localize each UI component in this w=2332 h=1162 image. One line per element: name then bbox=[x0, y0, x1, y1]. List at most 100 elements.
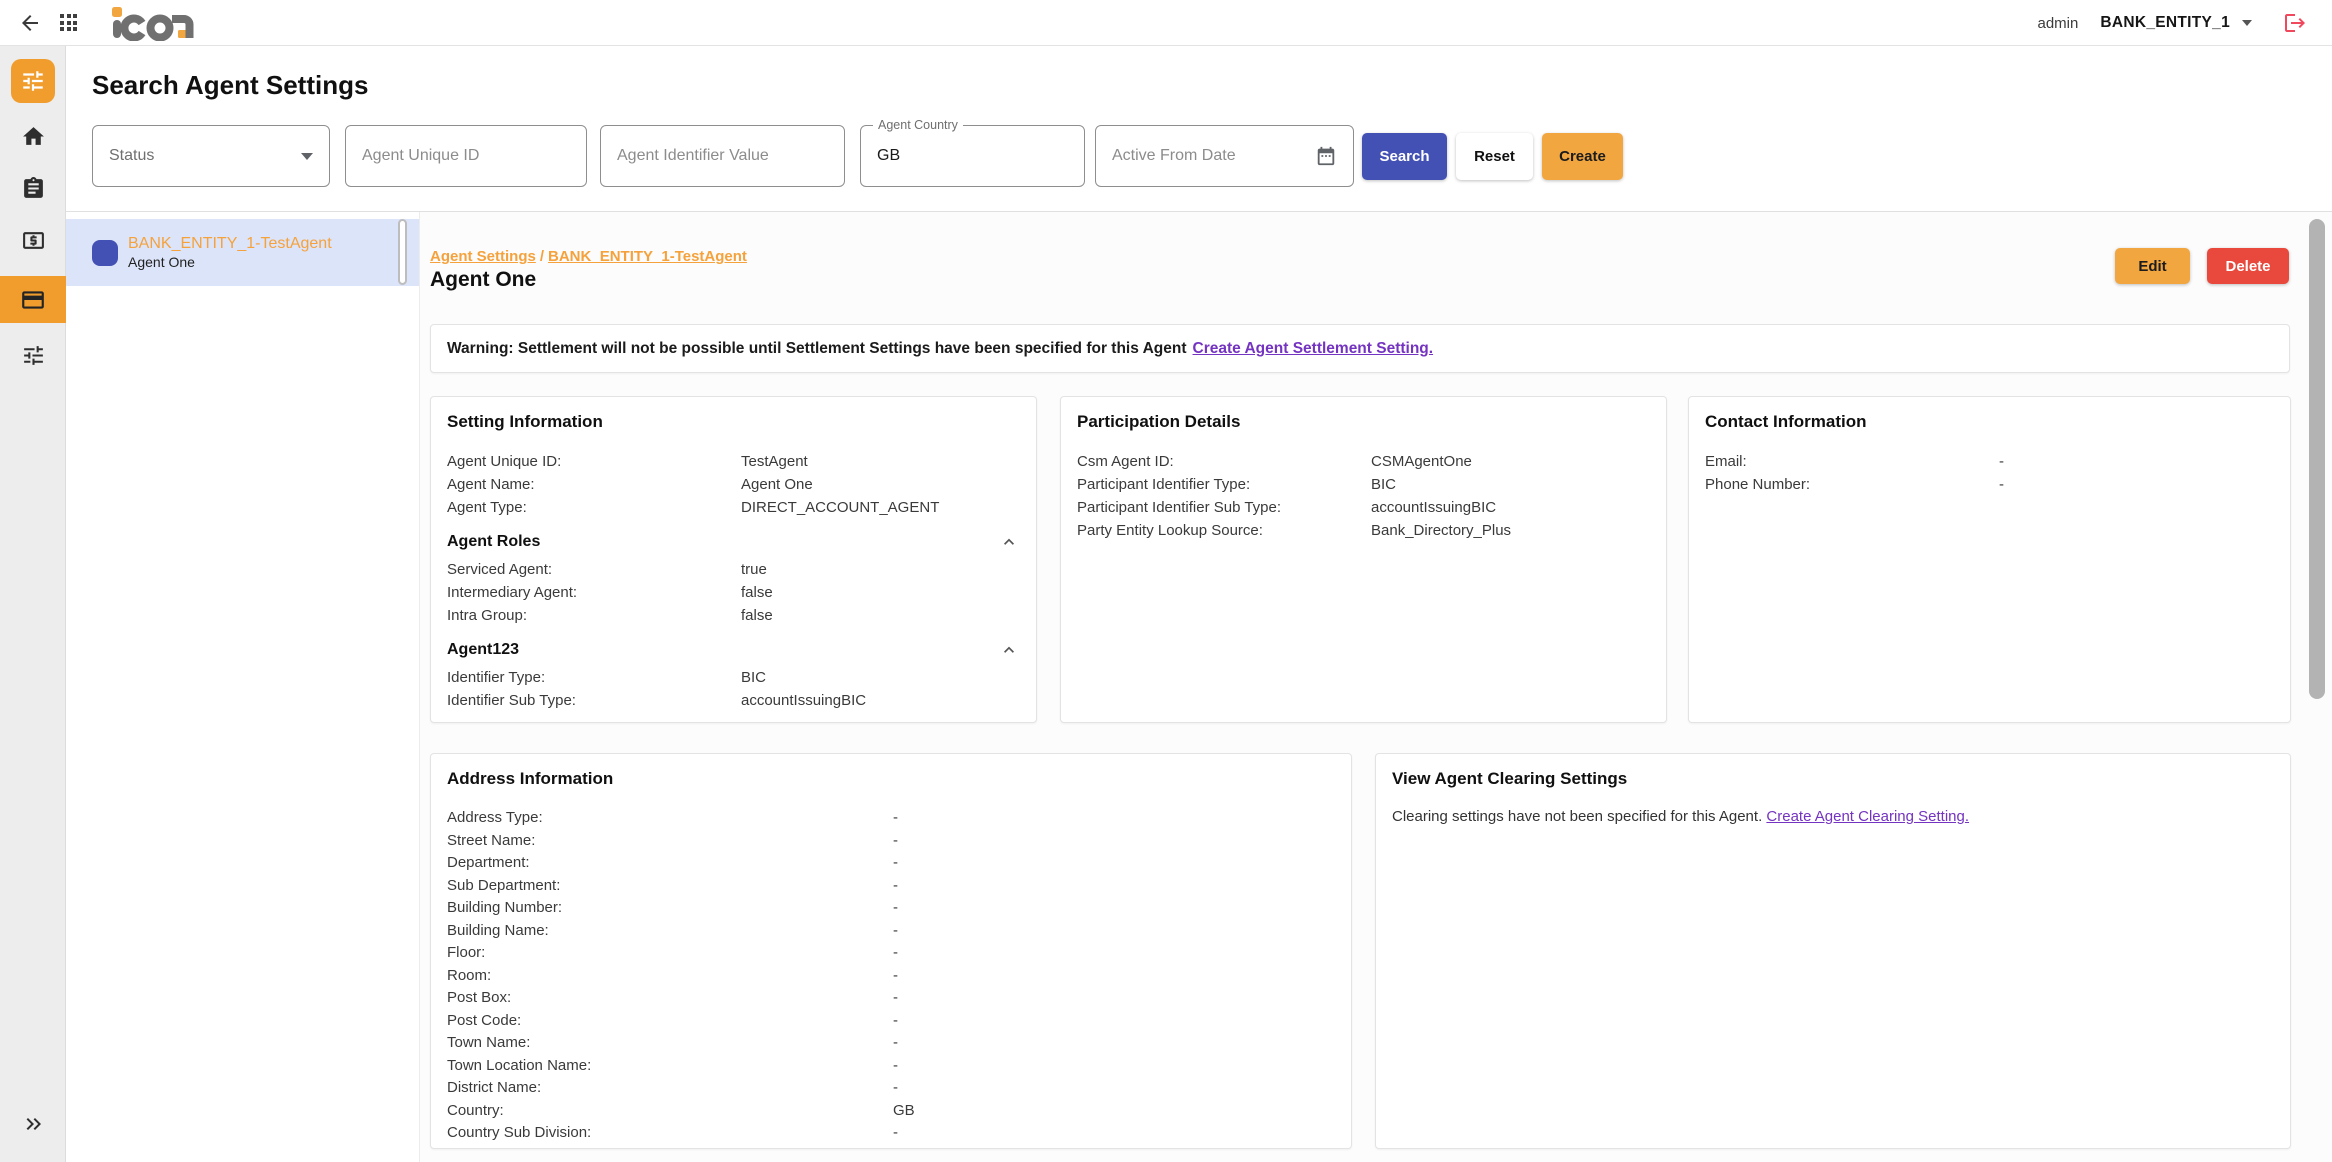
field-label: Csm Agent ID: bbox=[1077, 450, 1371, 473]
agent-list-item-selected[interactable]: BANK_ENTITY_1-TestAgent Agent One bbox=[66, 219, 419, 286]
banknote-icon bbox=[21, 228, 46, 253]
sidebar-expand-button[interactable] bbox=[0, 1112, 66, 1136]
breadcrumb-link-agent-settings[interactable]: Agent Settings bbox=[430, 248, 536, 265]
active-from-date-input[interactable]: Active From Date bbox=[1095, 125, 1354, 187]
sidebar-item-home[interactable] bbox=[0, 124, 66, 149]
field-value: false bbox=[741, 581, 773, 604]
field-label: Country Sub Division: bbox=[447, 1122, 893, 1145]
agent-list-item-name: Agent One bbox=[128, 254, 332, 271]
collapse-section-button[interactable] bbox=[998, 531, 1020, 553]
key-value-row: Party Entity Lookup Source: Bank_Directo… bbox=[1077, 519, 1650, 542]
agent-country-input[interactable]: Agent Country GB bbox=[860, 125, 1085, 187]
field-label: Country: bbox=[447, 1100, 893, 1123]
field-label: Party Entity Lookup Source: bbox=[1077, 519, 1371, 542]
agent-unique-id-input[interactable]: Agent Unique ID bbox=[345, 125, 587, 187]
delete-button[interactable]: Delete bbox=[2207, 248, 2289, 284]
setting-information-rows: Agent Unique ID: TestAgent Agent Name: A… bbox=[447, 450, 1020, 519]
field-value: CSMAgentOne bbox=[1371, 450, 1472, 473]
field-value: - bbox=[893, 897, 898, 920]
field-label: Post Code: bbox=[447, 1010, 893, 1033]
field-value: - bbox=[893, 920, 898, 943]
field-value: Agent One bbox=[741, 473, 813, 496]
field-value: - bbox=[893, 1077, 898, 1100]
setting-information-card: Setting Information Agent Unique ID: Tes… bbox=[430, 396, 1037, 723]
sidebar-item-configuration[interactable] bbox=[0, 343, 66, 368]
field-label: Street Name: bbox=[447, 830, 893, 853]
key-value-row: Intermediary Agent: false bbox=[447, 581, 1020, 604]
logout-icon[interactable] bbox=[2282, 10, 2308, 36]
key-value-row: Department: - bbox=[447, 852, 1335, 875]
create-clearing-setting-link[interactable]: Create Agent Clearing Setting. bbox=[1766, 808, 1969, 825]
main-scrollbar-thumb[interactable] bbox=[2309, 219, 2325, 699]
agent-identifier-value-placeholder: Agent Identifier Value bbox=[617, 147, 769, 165]
key-value-row: Participant Identifier Type: BIC bbox=[1077, 473, 1650, 496]
field-value: GB bbox=[893, 1100, 915, 1123]
create-button[interactable]: Create bbox=[1542, 133, 1623, 180]
reset-button[interactable]: Reset bbox=[1456, 133, 1533, 180]
card-title: Address Information bbox=[447, 769, 1335, 789]
key-value-row: Agent Type: DIRECT_ACCOUNT_AGENT bbox=[447, 496, 1020, 519]
key-value-row: Town Name: - bbox=[447, 1032, 1335, 1055]
field-label: Agent Unique ID: bbox=[447, 450, 741, 473]
field-label: Post Box: bbox=[447, 987, 893, 1010]
sidebar-item-tasks[interactable] bbox=[0, 176, 66, 201]
contact-information-rows: Email: - Phone Number: - bbox=[1705, 450, 2274, 496]
apps-grid-icon[interactable] bbox=[60, 14, 78, 32]
sidebar-item-agents-selected[interactable] bbox=[0, 276, 66, 323]
key-value-row: Sub Department: - bbox=[447, 875, 1335, 898]
status-select[interactable]: Status bbox=[92, 125, 330, 187]
key-value-row: District Name: - bbox=[447, 1077, 1335, 1100]
field-value: Bank_Directory_Plus bbox=[1371, 519, 1511, 542]
key-value-row: Post Code: - bbox=[447, 1010, 1335, 1033]
search-button[interactable]: Search bbox=[1362, 133, 1447, 180]
agent-roles-section-header: Agent Roles bbox=[447, 531, 1020, 553]
entity-name: BANK_ENTITY_1 bbox=[2100, 14, 2230, 32]
key-value-row: Building Number: - bbox=[447, 897, 1335, 920]
field-value: false bbox=[741, 604, 773, 627]
tune-icon bbox=[20, 68, 46, 94]
field-value: - bbox=[893, 942, 898, 965]
breadcrumb-separator: / bbox=[536, 248, 548, 265]
field-label: Address Type: bbox=[447, 807, 893, 830]
page-title: Search Agent Settings bbox=[92, 70, 368, 101]
agent-avatar-square bbox=[92, 240, 118, 266]
calendar-icon[interactable] bbox=[1315, 145, 1337, 167]
address-information-card: Address Information Address Type: - Stre… bbox=[430, 753, 1352, 1149]
field-value: BIC bbox=[741, 666, 766, 689]
breadcrumb-link-current-agent[interactable]: BANK_ENTITY_1-TestAgent bbox=[548, 248, 747, 265]
agent-unique-id-placeholder: Agent Unique ID bbox=[362, 147, 479, 165]
field-label: Identifier Type: bbox=[447, 666, 741, 689]
chevron-down-icon bbox=[301, 153, 313, 160]
field-value: - bbox=[893, 1010, 898, 1033]
field-value: - bbox=[893, 852, 898, 875]
create-settlement-setting-link[interactable]: Create Agent Settlement Setting. bbox=[1193, 340, 1434, 358]
field-label: Room: bbox=[447, 965, 893, 988]
contact-information-card: Contact Information Email: - Phone Numbe… bbox=[1688, 396, 2291, 723]
list-scrollbar-thumb[interactable] bbox=[398, 219, 407, 285]
entity-dropdown[interactable]: BANK_ENTITY_1 bbox=[2100, 14, 2252, 32]
chevron-up-icon bbox=[999, 532, 1019, 552]
key-value-row: Intra Group: false bbox=[447, 604, 1020, 627]
back-arrow-icon[interactable] bbox=[18, 11, 42, 35]
field-label: Intra Group: bbox=[447, 604, 741, 627]
key-value-row: Town Location Name: - bbox=[447, 1055, 1335, 1078]
active-from-date-placeholder: Active From Date bbox=[1112, 147, 1236, 165]
field-label: Sub Department: bbox=[447, 875, 893, 898]
agent-identifier-value-input[interactable]: Agent Identifier Value bbox=[600, 125, 845, 187]
field-value: - bbox=[1999, 450, 2004, 473]
sidebar-item-agent-settings-active[interactable] bbox=[11, 59, 55, 103]
agent-list: BANK_ENTITY_1-TestAgent Agent One bbox=[66, 219, 419, 286]
agent-roles-rows: Serviced Agent: true Intermediary Agent:… bbox=[447, 558, 1020, 627]
app-logo bbox=[108, 6, 208, 41]
collapse-section-button[interactable] bbox=[998, 639, 1020, 661]
field-value: accountIssuingBIC bbox=[1371, 496, 1496, 519]
field-value: - bbox=[1999, 473, 2004, 496]
key-value-row: Country: GB bbox=[447, 1100, 1335, 1123]
edit-button[interactable]: Edit bbox=[2115, 248, 2190, 284]
key-value-row: Country Sub Division: - bbox=[447, 1122, 1335, 1145]
sidebar-item-payments[interactable] bbox=[0, 228, 66, 253]
field-value: accountIssuingBIC bbox=[741, 689, 866, 712]
field-label: Participant Identifier Type: bbox=[1077, 473, 1371, 496]
section-title: Agent123 bbox=[447, 641, 519, 659]
field-label: Intermediary Agent: bbox=[447, 581, 741, 604]
